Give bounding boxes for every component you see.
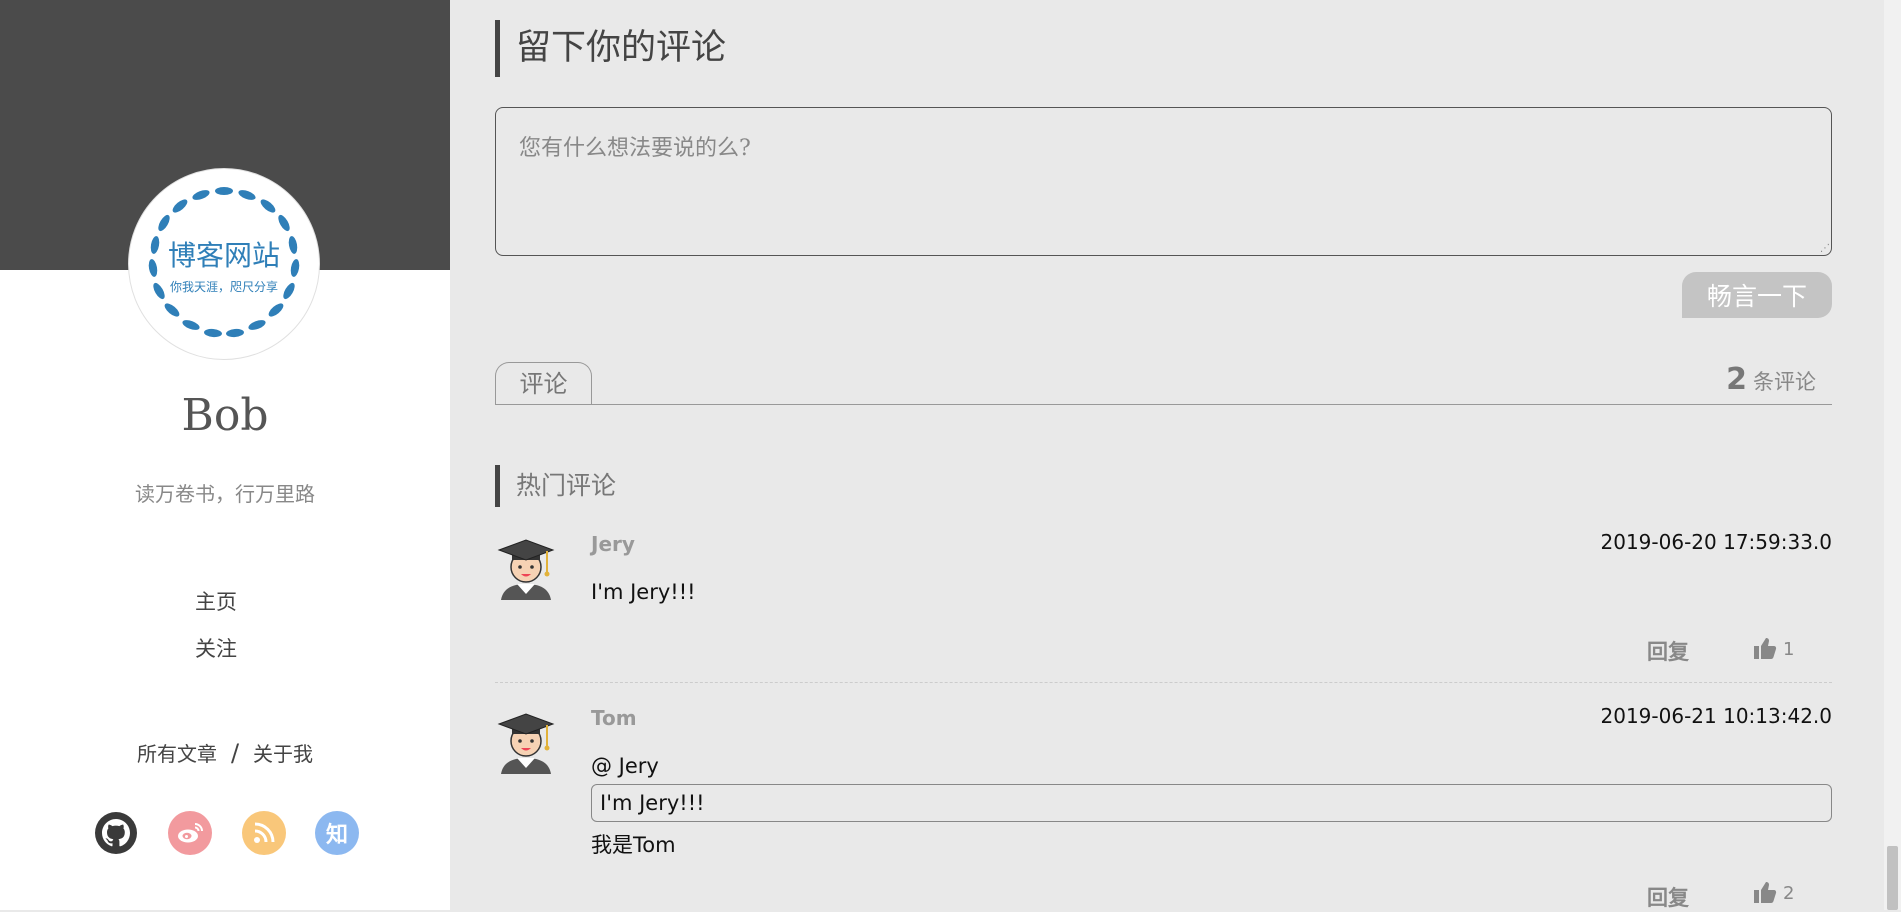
author-motto: 读万卷书，行万里路 (135, 482, 315, 506)
weibo-icon (178, 823, 203, 843)
all-articles-link[interactable]: 所有文章 (137, 742, 217, 766)
submit-comment-button[interactable]: 畅言一下 (1682, 272, 1832, 318)
comment-timestamp: 2019-06-21 10:13:42.0 (1600, 704, 1833, 728)
like-count: 2 (1783, 883, 1795, 904)
tabs-divider (495, 404, 1832, 405)
comment-item: Jery 2019-06-20 17:59:33.0 I'm Jery!!! 回… (495, 530, 1832, 683)
reply-button[interactable]: 回复 (1647, 636, 1689, 666)
weibo-link[interactable] (168, 811, 212, 855)
nav-home-link[interactable]: 主页 (0, 586, 432, 616)
tab-comments[interactable]: 评论 (495, 362, 592, 404)
sidebar-links: 所有文章 / 关于我 (0, 738, 450, 767)
resize-grip-icon[interactable]: ⋰ (1820, 244, 1830, 254)
comment-count: 2 条评论 (1726, 362, 1816, 397)
hot-comments-title: 热门评论 (495, 465, 616, 507)
comment-count-unit: 条评论 (1753, 370, 1816, 394)
zhihu-link[interactable]: 知 (315, 811, 359, 855)
comment-timestamp: 2019-06-20 17:59:33.0 (1600, 530, 1833, 554)
links-separator: / (230, 739, 240, 767)
nav-follow-link[interactable]: 关注 (0, 633, 432, 663)
like-button[interactable]: 2 (1753, 880, 1794, 904)
comment-username[interactable]: Jery (591, 532, 635, 556)
logo-title: 博客网站 (168, 239, 280, 272)
comment-username[interactable]: Tom (591, 706, 637, 730)
thumbs-up-icon (1754, 882, 1777, 903)
like-count: 1 (1783, 639, 1795, 660)
comment-count-number: 2 (1726, 362, 1747, 397)
thumbs-up-icon (1754, 638, 1777, 659)
about-me-link[interactable]: 关于我 (253, 742, 313, 766)
github-link[interactable] (94, 811, 138, 855)
page-scrollbar[interactable] (1884, 0, 1901, 910)
sidebar: 博客网站 你我天涯，咫尺分享 Bob 读万卷书，行万里路 主页 关注 所有文章 /… (0, 0, 450, 910)
graduate-avatar-icon (497, 713, 555, 774)
quoted-comment: I'm Jery!!! (591, 784, 1832, 822)
graduate-avatar-icon (497, 539, 555, 600)
comment-text: 我是Tom (591, 833, 676, 857)
like-button[interactable]: 1 (1753, 636, 1794, 660)
scrollbar-thumb[interactable] (1887, 846, 1898, 910)
author-name: Bob (181, 390, 269, 441)
comment-mention[interactable]: @ Jery (591, 754, 659, 778)
comment-item: Tom 2019-06-21 10:13:42.0 @ Jery I'm Jer… (495, 704, 1832, 910)
blog-logo-avatar: 博客网站 你我天涯，咫尺分享 (128, 168, 320, 360)
comment-textarea[interactable] (495, 107, 1832, 256)
rss-link[interactable] (242, 811, 286, 855)
comment-text: I'm Jery!!! (591, 580, 696, 604)
leave-comment-title: 留下你的评论 (495, 20, 726, 77)
logo-slogan: 你我天涯，咫尺分享 (170, 279, 278, 294)
reply-button[interactable]: 回复 (1647, 882, 1689, 912)
rss-icon (254, 822, 275, 843)
zhihu-icon: 知 (325, 823, 348, 848)
github-icon (95, 812, 137, 854)
